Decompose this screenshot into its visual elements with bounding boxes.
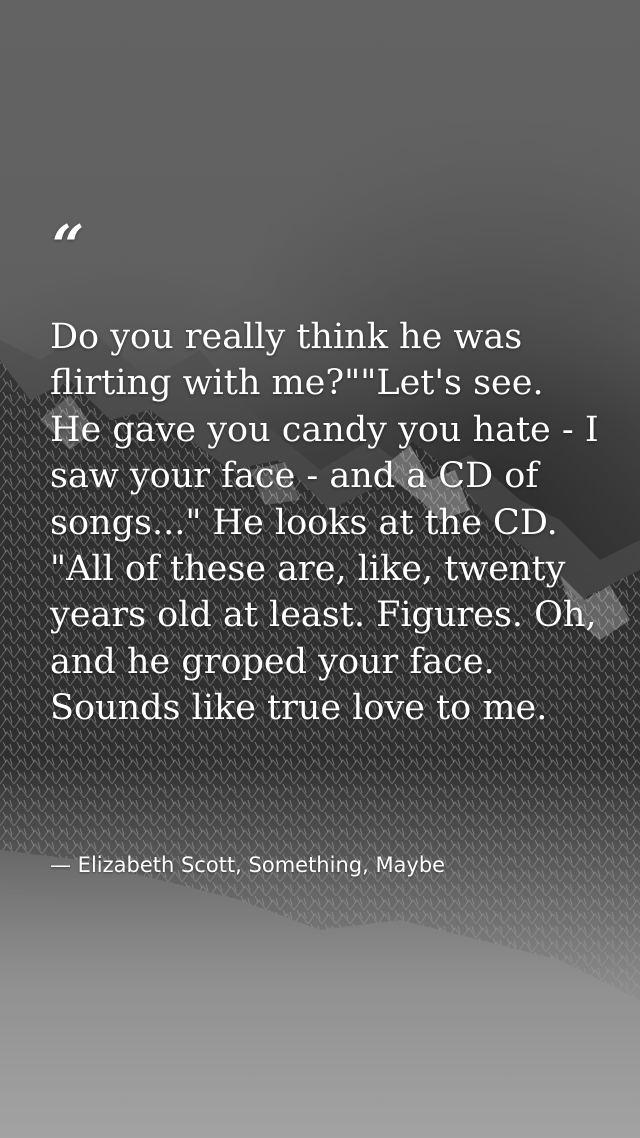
quote-attribution: — Elizabeth Scott, Something, Maybe [50,853,446,877]
quote-card: “ Do you really think he was flirting wi… [0,0,640,1138]
quote-text: Do you really think he was flirting with… [50,317,599,729]
quote-mark-icon: “ [52,213,85,279]
